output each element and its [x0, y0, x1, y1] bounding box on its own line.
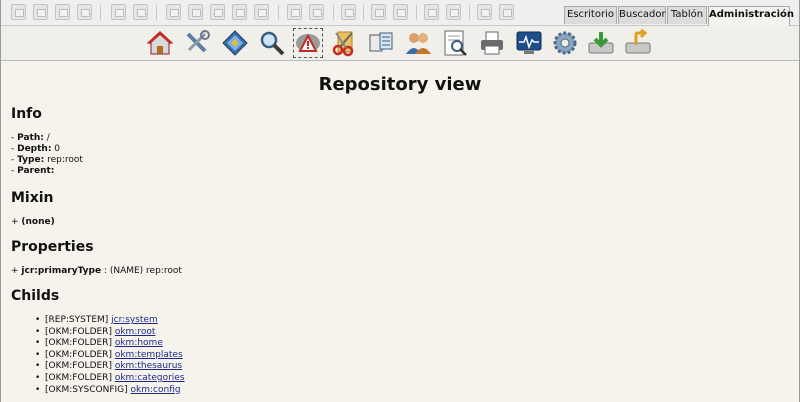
remove-property-group-icon[interactable] — [309, 4, 324, 20]
import-icon[interactable] — [587, 29, 615, 57]
child-link[interactable]: okm:root — [115, 327, 156, 337]
find-icon[interactable] — [477, 4, 492, 20]
navigator-icon[interactable] — [221, 29, 249, 57]
child-link[interactable]: okm:home — [115, 338, 163, 348]
child-link[interactable]: jcr:system — [111, 315, 158, 325]
search-icon[interactable] — [258, 29, 286, 57]
workflow-icon[interactable] — [254, 4, 269, 20]
tools-icon[interactable] — [183, 29, 211, 57]
scissors-icon[interactable] — [330, 29, 358, 57]
download-pdf-icon[interactable] — [499, 4, 514, 20]
toolbar-separator — [363, 5, 364, 20]
properties-heading: Properties — [11, 239, 94, 255]
child-type: [OKM:FOLDER] — [45, 349, 112, 360]
gear-small-icon[interactable] — [341, 4, 356, 20]
list-item: [OKM:FOLDER] okm:root — [35, 326, 185, 339]
cancel-checkout-icon[interactable] — [232, 4, 247, 20]
tab-escritorio[interactable]: Escritorio — [564, 6, 617, 24]
list-item: [REP:SYSTEM] jcr:system — [35, 315, 185, 327]
tab-buscador[interactable]: Buscador — [618, 6, 666, 24]
child-link[interactable]: okm:categories — [115, 373, 185, 383]
add-bookmark-icon[interactable] — [371, 4, 386, 20]
info-parent: - Parent: — [11, 166, 55, 176]
page-title: Repository view — [318, 74, 482, 95]
list-item: [OKM:FOLDER] okm:thesaurus — [35, 361, 185, 373]
child-type: [OKM:FOLDER] — [45, 372, 112, 383]
tab-administracion[interactable]: Administración — [708, 6, 794, 27]
info-heading: Info — [11, 106, 42, 122]
download-icon[interactable] — [393, 4, 408, 20]
property-row: + jcr:primaryType : (NAME) rep:root — [11, 266, 182, 276]
child-type: [OKM:FOLDER] — [45, 326, 112, 337]
parent-label: Parent: — [17, 166, 55, 176]
add-document-icon[interactable] — [33, 4, 48, 20]
refresh-icon[interactable] — [424, 4, 439, 20]
toolbar-separator — [278, 5, 279, 20]
property-value: : (NAME) rep:root — [101, 266, 182, 276]
monitor-icon[interactable] — [515, 29, 543, 57]
create-folder-icon[interactable] — [11, 4, 26, 20]
tables-icon[interactable] — [367, 29, 395, 57]
edit-icon[interactable] — [166, 4, 181, 20]
repository-view-panel: Repository view Info - Path: / - Depth: … — [1, 62, 799, 402]
type-label: Type: — [17, 155, 45, 165]
list-item: [OKM:FOLDER] okm:categories — [35, 372, 185, 385]
mixin-heading: Mixin — [11, 190, 54, 206]
delete-icon[interactable] — [77, 4, 92, 20]
home-small-icon[interactable] — [446, 4, 461, 20]
mixin-value: (none) — [21, 217, 55, 227]
property-name: jcr:primaryType — [21, 266, 102, 276]
list-item: [OKM:FOLDER] okm:home — [35, 338, 185, 350]
gear-icon[interactable] — [551, 29, 579, 57]
add-property-group-icon[interactable] — [287, 4, 302, 20]
home-icon[interactable] — [146, 29, 174, 57]
printer-icon[interactable] — [478, 29, 506, 57]
info-depth: - Depth: 0 — [11, 144, 61, 154]
mixin-value-line: + (none) — [11, 217, 55, 227]
users-icon[interactable] — [404, 29, 432, 57]
report-icon[interactable] — [441, 29, 469, 57]
export-icon[interactable] — [624, 29, 652, 57]
info-path: - Path: / — [11, 133, 50, 143]
admin-toolbar — [1, 26, 799, 61]
info-type: - Type: rep:root — [11, 155, 83, 165]
repository-view-icon[interactable] — [293, 28, 323, 58]
child-type: [OKM:FOLDER] — [45, 338, 112, 349]
toolbar-separator — [100, 5, 101, 20]
child-type: [REP:SYSTEM] — [45, 315, 109, 325]
openkm-window: Escritorio Buscador Tablón Administració… — [0, 0, 800, 402]
list-item: [OKM:FOLDER] okm:templates — [35, 349, 185, 362]
child-type: [OKM:FOLDER] — [45, 361, 112, 372]
toolbar-separator — [333, 5, 334, 20]
type-value: rep:root — [44, 155, 83, 165]
unlock-icon[interactable] — [133, 4, 148, 20]
childs-heading: Childs — [11, 288, 60, 304]
path-value: / — [43, 133, 50, 143]
child-type: [OKM:SYSCONFIG] — [45, 384, 128, 395]
child-link[interactable]: okm:thesaurus — [115, 361, 182, 371]
checkin-icon[interactable] — [210, 4, 225, 20]
list-item: [OKM:SYSCONFIG] okm:config — [35, 384, 185, 397]
depth-value: 0 — [51, 144, 61, 154]
path-label: Path: — [17, 133, 44, 143]
main-toolbar: Escritorio Buscador Tablón Administració… — [1, 0, 799, 27]
child-link[interactable]: okm:config — [131, 385, 181, 395]
add-subscription-icon[interactable] — [55, 4, 70, 20]
depth-label: Depth: — [17, 144, 52, 154]
lock-icon[interactable] — [111, 4, 126, 20]
childs-list: [REP:SYSTEM] jcr:system [OKM:FOLDER] okm… — [35, 315, 185, 397]
toolbar-separator — [156, 5, 157, 20]
checkout-icon[interactable] — [188, 4, 203, 20]
toolbar-separator — [469, 5, 470, 20]
tab-tablon[interactable]: Tablón — [667, 6, 707, 24]
toolbar-separator — [416, 5, 417, 20]
child-link[interactable]: okm:templates — [115, 350, 183, 360]
